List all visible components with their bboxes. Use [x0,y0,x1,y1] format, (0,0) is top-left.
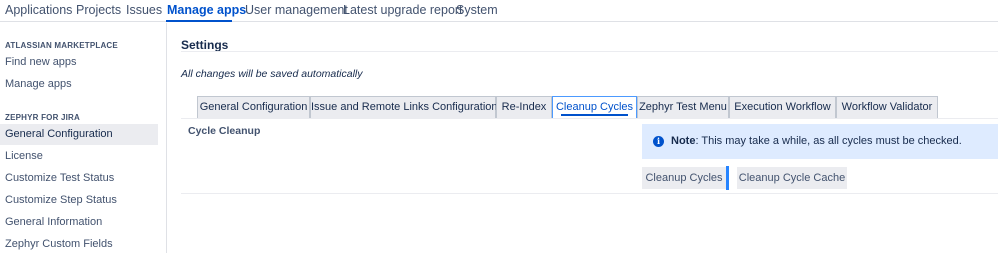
page-title: Settings [181,38,229,52]
tab-zephyr-test-menu[interactable]: Zephyr Test Menu [637,96,729,118]
sidebar-item-general-information[interactable]: General Information [0,212,158,233]
sidebar-heading-zephyr: ZEPHYR FOR JIRA [5,113,81,122]
nav-manage-apps[interactable]: Manage apps [167,3,246,17]
bottom-divider [181,193,998,194]
tab-issue-remote-links[interactable]: Issue and Remote Links Configuration [310,96,498,118]
sidebar-item-zephyr-custom-fields[interactable]: Zephyr Custom Fields [0,234,158,253]
sidebar-item-manage-apps[interactable]: Manage apps [0,74,158,95]
cleanup-cycle-cache-button[interactable]: Cleanup Cycle Cache [737,167,847,189]
note-text: Note: This may take a while, as all cycl… [671,135,962,147]
cycle-cleanup-label: Cycle Cleanup [188,125,261,137]
main-content: Settings All changes will be saved autom… [167,23,998,253]
tab-general-configuration[interactable]: General Configuration [197,96,310,118]
tab-re-index[interactable]: Re-Index [496,96,552,118]
autosave-message: All changes will be saved automatically [181,68,363,80]
note-label: Note [671,135,696,147]
nav-user-management[interactable]: User management [245,3,348,17]
sidebar-heading-marketplace: ATLASSIAN MARKETPLACE [5,41,118,50]
sidebar-item-find-new-apps[interactable]: Find new apps [0,52,158,73]
note-message: i Note: This may take a while, as all cy… [642,124,998,159]
note-body: : This may take a while, as all cycles m… [695,135,962,147]
sidebar: ATLASSIAN MARKETPLACE Find new apps Mana… [0,23,167,253]
sidebar-item-general-configuration[interactable]: General Configuration [0,124,158,145]
info-icon: i [653,136,664,147]
tab-execution-workflow[interactable]: Execution Workflow [729,96,836,118]
nav-issues[interactable]: Issues [126,3,162,17]
sidebar-item-customize-test-status[interactable]: Customize Test Status [0,168,158,189]
sidebar-item-customize-step-status[interactable]: Customize Step Status [0,190,158,211]
button-separator [726,166,729,190]
nav-projects[interactable]: Projects [76,3,121,17]
cleanup-cycles-button[interactable]: Cleanup Cycles [642,167,726,189]
active-nav-indicator [166,20,232,22]
tab-cleanup-cycles[interactable]: Cleanup Cycles [552,96,637,118]
divider [181,51,998,52]
nav-applications[interactable]: Applications [5,3,72,17]
sidebar-item-license[interactable]: License [0,146,158,167]
tab-workflow-validator[interactable]: Workflow Validator [836,96,938,118]
nav-system[interactable]: System [456,3,498,17]
tab-cleanup-cycles-label: Cleanup Cycles [555,101,634,113]
nav-latest-upgrade-report[interactable]: Latest upgrade report [343,3,463,17]
tabs-divider [181,118,998,119]
top-navigation: Applications Projects Issues Manage apps… [0,0,998,22]
active-tab-underline [561,114,628,116]
